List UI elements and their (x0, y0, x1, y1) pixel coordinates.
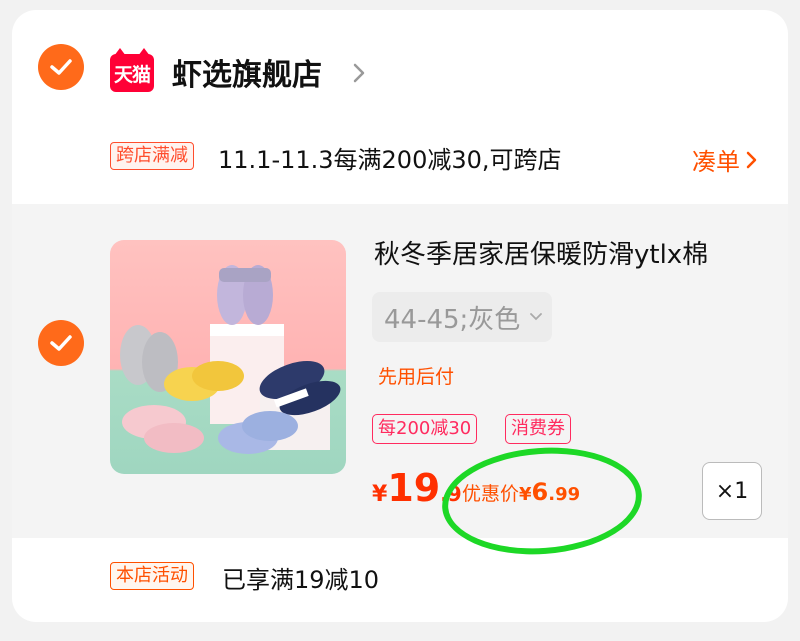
shop-name[interactable]: 虾选旗舰店 (172, 50, 322, 94)
store-activity-row: 本店活动 已享满19减10 (12, 538, 788, 622)
spec-value: 44-45;灰色 (384, 304, 521, 335)
pay-later-label: 先用后付 (378, 366, 455, 388)
checkmark-icon (50, 59, 72, 75)
slippers-image (120, 265, 341, 454)
promo-row: 跨店满减 11.1-11.3每满200减30,可跨店 凑单 (12, 128, 788, 204)
spec-selector[interactable]: 44-45;灰色 (372, 292, 553, 342)
coudan-label: 凑单 (692, 148, 740, 176)
product-title[interactable]: 秋冬季居家居保暖防滑ytlx棉 (374, 234, 708, 271)
tmall-logo-text: 天猫 (113, 63, 151, 86)
promo-text: 11.1-11.3每满200减30,可跨店 (218, 146, 562, 174)
price-integer: 19 (387, 466, 441, 510)
chevron-down-icon (530, 313, 543, 321)
quantity-button[interactable]: ×1 (702, 462, 762, 520)
cart-item: 秋冬季居家居保暖防滑ytlx棉 44-45;灰色 先用后付 每200减30 消费… (12, 204, 788, 561)
chevron-right-icon[interactable] (352, 62, 366, 84)
coudan-button[interactable]: 凑单 (692, 142, 758, 177)
item-checkbox[interactable] (38, 320, 84, 366)
tmall-logo: 天猫 (110, 48, 154, 92)
coupon-badge: 消费券 (505, 414, 571, 444)
price-currency: ¥ (372, 482, 388, 507)
shop-header: 天猫 虾选旗舰店 (12, 10, 788, 128)
store-activity-tag: 本店活动 (110, 562, 194, 590)
cart-shop-card: 天猫 虾选旗舰店 跨店满减 11.1-11.3每满200减30,可跨店 凑单 秋… (12, 10, 788, 622)
checkmark-icon (50, 335, 72, 351)
shop-checkbox[interactable] (38, 44, 84, 90)
promo-badge: 每200减30 (372, 414, 478, 444)
chevron-right-icon (746, 151, 757, 168)
store-activity-text: 已享满19减10 (222, 566, 380, 594)
cross-store-tag: 跨店满减 (110, 142, 194, 170)
product-image[interactable] (110, 240, 346, 474)
